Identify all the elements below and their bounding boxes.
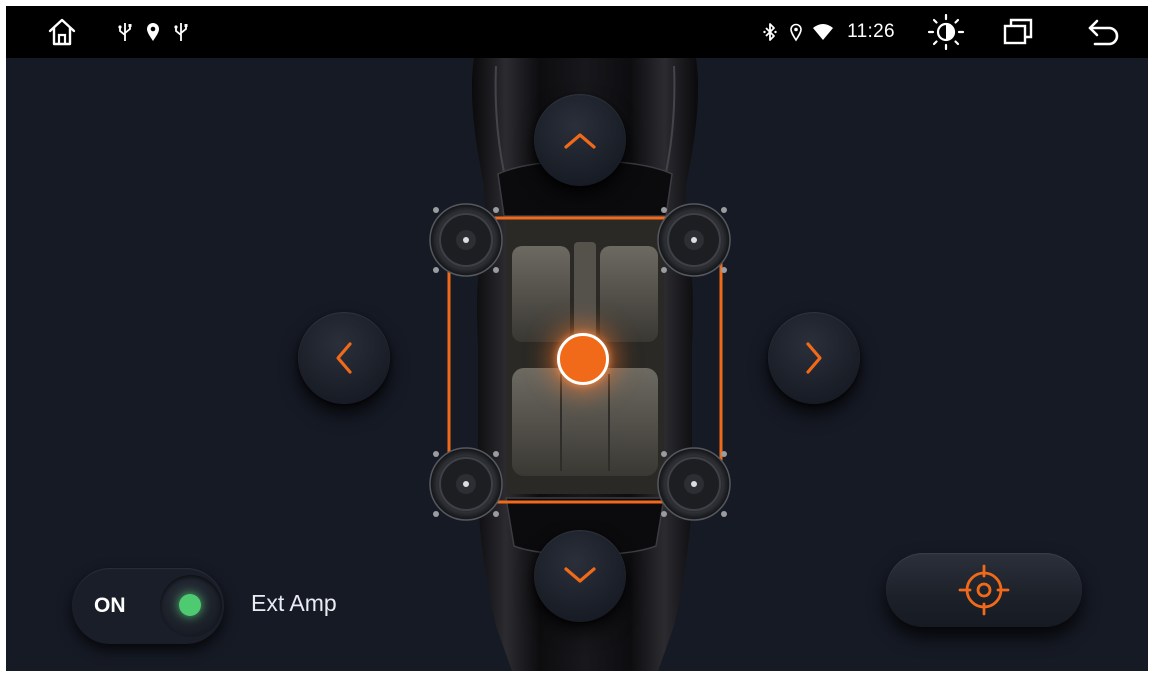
ext-amp-state-label: ON — [94, 594, 126, 617]
toggle-on-indicator — [179, 594, 201, 616]
ext-amp-toggle[interactable]: ON — [72, 568, 224, 644]
center-reset-button[interactable] — [886, 553, 1082, 627]
speaker-rear-left — [428, 446, 504, 522]
speaker-front-right — [656, 202, 732, 278]
fader-down-button[interactable] — [534, 530, 626, 622]
chevron-right-icon — [806, 342, 822, 374]
crosshair-icon — [958, 564, 1010, 616]
balance-right-button[interactable] — [768, 312, 860, 404]
audio-fader-screen: 11:26 ON Ext Amp — [6, 6, 1148, 671]
balance-fader-knob[interactable] — [557, 333, 609, 385]
ext-amp-label: Ext Amp — [251, 590, 337, 616]
fader-up-button[interactable] — [534, 94, 626, 186]
chevron-left-icon — [336, 342, 352, 374]
balance-left-button[interactable] — [298, 312, 390, 404]
speaker-rear-right — [656, 446, 732, 522]
speaker-front-left — [428, 202, 504, 278]
chevron-up-icon — [564, 133, 596, 149]
toggle-knob — [160, 575, 222, 637]
chevron-down-icon — [564, 567, 596, 583]
